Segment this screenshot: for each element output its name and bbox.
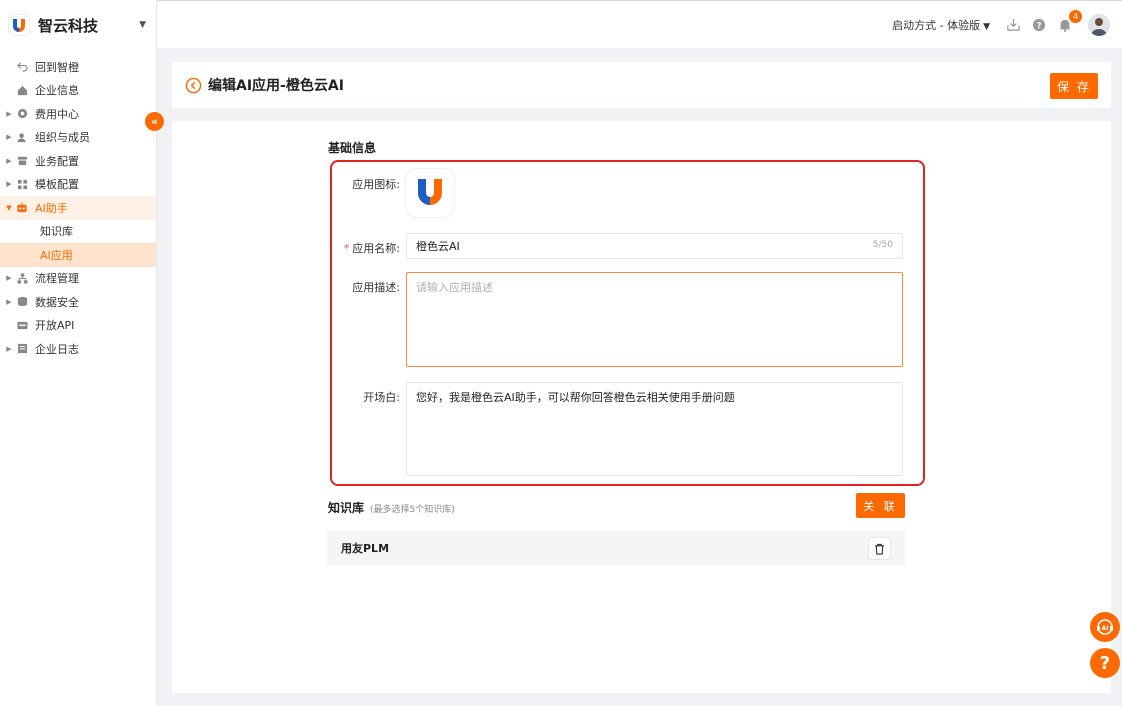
users-icon <box>16 131 28 143</box>
app-description-textarea[interactable] <box>406 272 903 367</box>
sidebar-item-open-api[interactable]: 开放API <box>0 314 156 338</box>
download-icon[interactable] <box>1005 17 1021 33</box>
launch-mode-dropdown[interactable]: 启动方式 - 体验版 ▼ <box>892 17 990 33</box>
sidebar-item-data-security[interactable]: ▶ 数据安全 <box>0 290 156 314</box>
sidebar-item-business-config[interactable]: ▶ 业务配置 <box>0 149 156 173</box>
sidebar-item-label: 开放API <box>35 319 75 333</box>
sidebar-item-label: 组织与成员 <box>35 131 90 145</box>
required-mark: * <box>343 242 350 255</box>
expand-arrow-icon: ▶ <box>6 274 12 283</box>
sidebar-item-process[interactable]: ▶ 流程管理 <box>0 267 156 291</box>
app-icon-upload[interactable] <box>406 169 454 217</box>
trash-icon <box>874 543 885 555</box>
sidebar-item-logs[interactable]: ▶ 企业日志 <box>0 337 156 361</box>
expand-arrow-icon: ▶ <box>6 180 12 189</box>
coin-icon <box>16 108 28 120</box>
expand-arrow-icon: ▶ <box>6 297 12 306</box>
page-title: 编辑AI应用-橙色云AI <box>208 78 344 94</box>
sidebar-menu: 回到智橙 企业信息 ▶ 费用中心 ▶ 组织与成员 ▶ 业务配置 ▶ 模板配置 ▼… <box>0 55 156 361</box>
name-label-text: 应用名称: <box>352 242 400 255</box>
sidebar-item-label: 模板配置 <box>35 178 79 192</box>
sidebar: 智云科技 ▼ 回到智橙 企业信息 ▶ 费用中心 ▶ 组织与成员 ▶ 业务配置 ▶… <box>0 0 157 706</box>
flow-icon <box>16 272 28 284</box>
sidebar-item-org[interactable]: ▶ 组织与成员 <box>0 126 156 150</box>
expand-arrow-icon: ▶ <box>6 156 12 165</box>
sidebar-item-billing[interactable]: ▶ 费用中心 <box>0 102 156 126</box>
app-name-value: 橙色云AI <box>416 240 460 253</box>
sidebar-item-ai-app[interactable]: AI应用 <box>0 243 156 267</box>
svg-text:?: ? <box>1036 21 1041 31</box>
help-icon[interactable]: ? <box>1031 17 1047 33</box>
expand-arrow-icon: ▶ <box>6 109 12 118</box>
sidebar-item-label: 回到智橙 <box>35 60 79 74</box>
page-header: 编辑AI应用-橙色云AI 保 存 <box>172 62 1111 108</box>
link-knowledge-button[interactable]: 关 联 <box>856 493 905 518</box>
table-row: 用友PLM <box>327 531 905 565</box>
home-icon <box>16 84 28 96</box>
notification-badge: 4 <box>1069 9 1082 23</box>
log-icon <box>16 343 28 355</box>
sidebar-item-label: 流程管理 <box>35 272 79 286</box>
back-icon[interactable] <box>184 76 202 94</box>
question-icon: ? <box>1099 652 1111 674</box>
svg-text:AI: AI <box>1102 625 1109 632</box>
sidebar-item-back[interactable]: 回到智橙 <box>0 55 156 79</box>
sidebar-item-ai-assistant[interactable]: ▼ AI助手 <box>0 196 156 220</box>
grid-icon <box>16 178 28 190</box>
box-icon <box>16 155 28 167</box>
name-label: * 应用名称: <box>330 240 400 256</box>
sidebar-item-company-info[interactable]: 企业信息 <box>0 79 156 103</box>
brand-switcher[interactable]: 智云科技 ▼ <box>0 0 156 50</box>
caret-down-icon: ▼ <box>983 21 990 32</box>
sidebar-item-template-config[interactable]: ▶ 模板配置 <box>0 173 156 197</box>
knowledge-title-text: 知识库 <box>328 501 365 515</box>
sidebar-item-label: AI应用 <box>40 248 73 262</box>
knowledge-title: 知识库 (最多选择5个知识库) <box>328 499 455 516</box>
avatar[interactable] <box>1088 13 1110 36</box>
database-icon <box>16 296 28 308</box>
brand-logo-icon <box>8 14 30 36</box>
bell-icon[interactable]: 4 <box>1057 9 1082 33</box>
expand-arrow-icon: ▶ <box>6 344 12 353</box>
caret-down-icon: ▼ <box>139 20 146 30</box>
icon-label: 应用图标: <box>352 178 400 191</box>
return-icon <box>16 61 28 73</box>
knowledge-name: 用友PLM <box>341 542 390 555</box>
help-float-button[interactable]: ? <box>1090 648 1120 678</box>
edit-form-card: 基础信息 应用图标: *应用名称: 橙色云AI 5/50 应用描述: 开场白: … <box>172 121 1111 693</box>
collapse-sidebar-button[interactable]: « <box>145 112 164 131</box>
sidebar-item-label: AI助手 <box>35 201 68 215</box>
sidebar-item-label: 企业信息 <box>35 84 79 98</box>
app-name-input[interactable]: 橙色云AI 5/50 <box>406 233 903 259</box>
sidebar-item-knowledge-base[interactable]: 知识库 <box>0 220 156 244</box>
sidebar-item-label: 知识库 <box>40 225 73 239</box>
ai-headset-icon: AI <box>1097 619 1113 635</box>
knowledge-hint: (最多选择5个知识库) <box>370 505 455 515</box>
expand-arrow-icon: ▶ <box>6 133 12 142</box>
api-icon <box>16 319 28 331</box>
desc-label: 应用描述: <box>352 281 400 294</box>
launch-mode-label: 启动方式 - 体验版 <box>892 18 981 32</box>
opening-label: 开场白: <box>363 391 400 404</box>
ai-assistant-float-button[interactable]: AI <box>1090 612 1120 642</box>
section-title: 基础信息 <box>328 141 377 155</box>
opening-message-textarea[interactable]: 您好，我是橙色云AI助手，可以帮你回答橙色云相关使用手册问题 <box>406 382 903 476</box>
top-bar: 启动方式 - 体验版 ▼ ? 4 <box>157 0 1122 48</box>
robot-icon <box>16 202 28 214</box>
sidebar-item-label: 企业日志 <box>35 342 79 356</box>
sidebar-item-label: 业务配置 <box>35 154 79 168</box>
char-counter: 5/50 <box>872 240 893 250</box>
app-logo-icon <box>418 179 442 205</box>
sidebar-item-label: 数据安全 <box>35 295 79 309</box>
save-button[interactable]: 保 存 <box>1050 73 1098 99</box>
delete-button[interactable] <box>868 537 891 560</box>
sidebar-item-label: 费用中心 <box>35 107 79 121</box>
collapse-arrow-icon: ▼ <box>6 203 12 212</box>
brand-name: 智云科技 <box>38 16 99 35</box>
